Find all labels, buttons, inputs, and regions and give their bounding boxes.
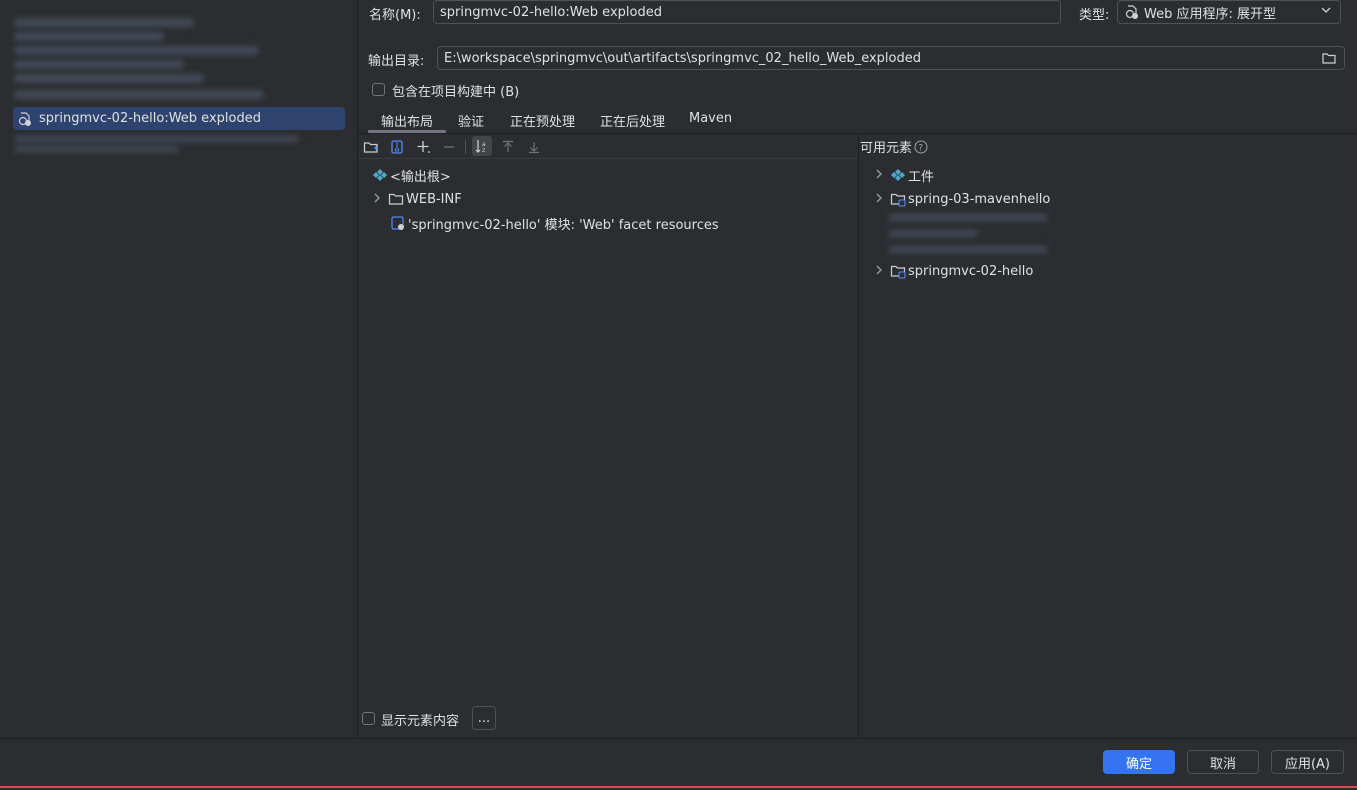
blurred-item: [888, 246, 1048, 253]
tab-postprocessing[interactable]: 正在后处理: [600, 111, 665, 130]
chevron-right-icon[interactable]: [372, 193, 382, 206]
add-icon[interactable]: [414, 138, 432, 156]
tree-item-label: 'springmvc-02-hello' 模块: 'Web' facet res…: [408, 217, 719, 233]
available-elements-title: 可用元素: [860, 141, 913, 156]
available-item-label: 工件: [908, 169, 935, 185]
chevron-right-icon[interactable]: [874, 193, 884, 206]
more-options-button[interactable]: ...: [472, 706, 496, 730]
blurred-item: [14, 32, 164, 41]
more-options-label: ...: [477, 710, 491, 726]
toolbar-divider: [358, 158, 858, 159]
folder-icon: [388, 191, 404, 207]
apply-button[interactable]: 应用(A): [1271, 750, 1344, 774]
type-dropdown[interactable]: Web 应用程序: 展开型: [1117, 0, 1341, 24]
name-input[interactable]: springmvc-02-hello:Web exploded: [433, 0, 1061, 24]
move-down-icon[interactable]: [525, 138, 543, 156]
tree-item-facet-resources[interactable]: 'springmvc-02-hello' 模块: 'Web' facet res…: [390, 213, 719, 233]
svg-text:?: ?: [918, 143, 923, 153]
available-item-springmvc-02-hello[interactable]: springmvc-02-hello: [874, 261, 1033, 281]
name-label: 名称(M):: [369, 8, 421, 23]
svg-text:z: z: [482, 147, 485, 154]
splitter[interactable]: [858, 134, 859, 738]
output-dir-value: E:\workspace\springmvc\out\artifacts\spr…: [444, 50, 921, 66]
ok-button[interactable]: 确定: [1103, 750, 1175, 774]
available-item-artifacts[interactable]: 工件: [874, 165, 934, 185]
available-item-label: spring-03-mavenhello: [908, 191, 1051, 207]
tree-item-web-inf[interactable]: WEB-INF: [372, 189, 462, 209]
tree-item-output-root[interactable]: <输出根>: [372, 165, 451, 185]
web-artifact-icon: [17, 111, 33, 127]
cancel-button[interactable]: 取消: [1187, 750, 1259, 774]
module-folder-icon: [890, 263, 906, 279]
create-archive-icon[interactable]: [388, 138, 406, 156]
tab-output-layout[interactable]: 输出布局: [381, 111, 433, 130]
artifact-icon: [890, 167, 906, 183]
toolbar-separator: [465, 140, 466, 154]
type-label: 类型:: [1079, 8, 1110, 23]
blurred-item: [14, 60, 184, 69]
available-item-label: springmvc-02-hello: [908, 263, 1034, 279]
blurred-item: [14, 146, 179, 152]
artifact-list-item-label: springmvc-02-hello:Web exploded: [39, 111, 261, 126]
remove-icon[interactable]: [440, 138, 458, 156]
blurred-item: [888, 230, 978, 237]
chevron-down-icon: [1320, 4, 1332, 20]
module-folder-icon: [890, 191, 906, 207]
blurred-item: [14, 46, 259, 55]
window-edge-line: [0, 786, 1357, 788]
blurred-item: [14, 90, 264, 99]
chevron-right-icon[interactable]: [874, 169, 884, 182]
blurred-item: [14, 74, 204, 83]
include-in-build-checkbox[interactable]: [372, 83, 385, 96]
folder-browse-icon[interactable]: [1322, 51, 1336, 69]
include-in-build-label: 包含在项目构建中 (B): [392, 85, 520, 100]
output-root-icon: [372, 167, 388, 183]
available-item-spring-03-mavenhello[interactable]: spring-03-mavenhello: [874, 189, 1050, 209]
tree-item-label: <输出根>: [390, 169, 451, 185]
name-input-value: springmvc-02-hello:Web exploded: [440, 4, 662, 20]
chevron-right-icon[interactable]: [874, 265, 884, 278]
sort-elements-icon[interactable]: az: [472, 136, 492, 156]
help-icon[interactable]: ?: [914, 140, 928, 154]
tab-preprocessing[interactable]: 正在预处理: [510, 111, 575, 130]
artifact-list-item-selected[interactable]: springmvc-02-hello:Web exploded: [13, 107, 345, 130]
web-artifact-icon: [1124, 4, 1140, 20]
blurred-item: [14, 136, 299, 142]
tree-item-label: WEB-INF: [406, 191, 462, 207]
show-content-checkbox[interactable]: [362, 712, 375, 725]
blurred-item: [888, 214, 1048, 221]
type-dropdown-value: Web 应用程序: 展开型: [1144, 6, 1276, 22]
tab-maven[interactable]: Maven: [689, 111, 732, 126]
blurred-item: [14, 18, 194, 27]
available-elements-header: 可用元素 ?: [860, 137, 928, 156]
web-module-icon: [390, 215, 406, 231]
create-directory-icon[interactable]: [362, 138, 380, 156]
output-dir-label: 输出目录:: [368, 54, 425, 69]
move-up-icon[interactable]: [499, 138, 517, 156]
show-content-label: 显示元素内容: [381, 714, 460, 729]
output-dir-input[interactable]: E:\workspace\springmvc\out\artifacts\spr…: [437, 46, 1345, 70]
tab-validation[interactable]: 验证: [458, 111, 484, 130]
